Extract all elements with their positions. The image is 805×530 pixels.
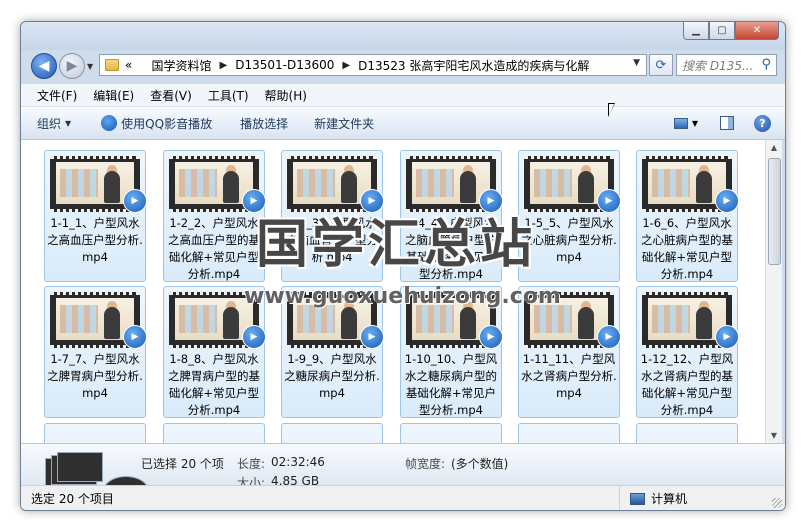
play-selection-button[interactable]: 播放选择 xyxy=(240,115,288,132)
menu-bar: 文件(F) 编辑(E) 查看(V) 工具(T) 帮助(H) xyxy=(21,84,785,107)
help-icon[interactable]: ? xyxy=(754,114,771,132)
file-item[interactable]: ▶ 1-12_12、户型风水之肾病户型的基础化解+常见户型分析.mp4 xyxy=(636,286,739,418)
breadcrumb-item[interactable]: D13501-D13600 xyxy=(235,58,334,72)
recent-pages-dropdown[interactable]: ▼ xyxy=(87,62,93,71)
scroll-up-icon[interactable]: ▲ xyxy=(766,140,782,155)
new-folder-label: 新建文件夹 xyxy=(314,116,375,131)
watermark-text: 国学汇总站 xyxy=(256,215,537,275)
chevron-down-icon: ▼ xyxy=(65,118,72,128)
length-value: 02:32:46 xyxy=(271,455,325,469)
status-zone: 计算机 xyxy=(619,486,688,510)
length-label: 长度: xyxy=(237,457,266,471)
preview-pane-icon[interactable] xyxy=(720,116,734,130)
chevron-right-icon[interactable] xyxy=(140,60,143,71)
refresh-icon: ⟳ xyxy=(655,57,667,73)
forward-button[interactable]: ▶ xyxy=(59,53,85,79)
file-name: 1-1_1、户型风水之高血压户型分析.mp4 xyxy=(47,216,143,264)
caption-buttons: ▁ ▢ ✕ xyxy=(683,22,779,42)
search-placeholder: 搜索 D135... xyxy=(682,58,754,73)
file-name: 1-11_11、户型风水之肾病户型分析.mp4 xyxy=(521,352,617,400)
folder-icon xyxy=(105,59,119,71)
command-bar: 组织 ▼ 使用QQ影音播放 播放选择 新建文件夹 ▼ ? xyxy=(21,107,785,140)
address-dropdown-icon[interactable]: ▼ xyxy=(633,58,640,68)
organize-label: 组织 xyxy=(37,116,62,131)
chevron-right-icon[interactable]: ▶ xyxy=(342,60,350,71)
qq-player-icon: ▶ xyxy=(360,325,384,349)
organize-button[interactable]: 组织 ▼ xyxy=(37,115,71,132)
address-bar[interactable]: « 国学资料馆 ▶ D13501-D13600 ▶ D13523 张高宇阳宅风水… xyxy=(99,54,647,76)
new-folder-button[interactable]: 新建文件夹 xyxy=(314,115,374,132)
qq-player-icon: ▶ xyxy=(597,189,621,213)
vertical-scrollbar[interactable]: ▲ ▼ xyxy=(765,140,782,443)
forward-arrow-icon: ▶ xyxy=(66,58,78,74)
qq-player-icon: ▶ xyxy=(715,325,739,349)
file-item[interactable]: ▶ 1-2_2、户型风水之高血压户型的基础化解+常见户型分析.mp4 xyxy=(163,150,266,282)
file-item[interactable] xyxy=(400,423,502,443)
details-pane: 已选择 20 个项 长度: 02:32:46 大小: 4.85 GB 帧宽度: … xyxy=(21,443,785,506)
file-name: 1-9_9、户型风水之糖尿病户型分析.mp4 xyxy=(284,352,380,400)
menu-tools[interactable]: 工具(T) xyxy=(208,87,249,104)
qq-player-icon: ▶ xyxy=(242,325,266,349)
file-item[interactable] xyxy=(44,423,146,443)
selection-count: 已选择 20 个项 xyxy=(141,457,224,471)
refresh-button[interactable]: ⟳ xyxy=(649,54,673,76)
mouse-cursor-icon xyxy=(608,103,615,117)
file-name: 1-2_2、户型风水之高血压户型的基础化解+常见户型分析.mp4 xyxy=(168,216,260,281)
computer-icon xyxy=(630,492,645,505)
menu-file[interactable]: 文件(F) xyxy=(37,87,77,104)
file-name: 1-10_10、户型风水之糖尿病户型的基础化解+常见户型分析.mp4 xyxy=(404,352,498,417)
file-name: 1-12_12、户型风水之肾病户型的基础化解+常见户型分析.mp4 xyxy=(640,352,734,417)
resize-grip-icon[interactable] xyxy=(772,498,782,508)
navigation-row: ◀ ▶ ▼ « 国学资料馆 ▶ D13501-D13600 ▶ D13523 张… xyxy=(21,50,785,84)
breadcrumb-item[interactable]: 国学资料馆 xyxy=(152,57,212,74)
minimize-button[interactable]: ▁ xyxy=(683,22,709,40)
close-button[interactable]: ✕ xyxy=(735,22,779,40)
menu-edit[interactable]: 编辑(E) xyxy=(93,87,134,104)
watermark-url: www.guoxuehuizong.com xyxy=(244,284,561,309)
play-selection-label: 播放选择 xyxy=(240,116,289,131)
qq-player-icon xyxy=(101,115,118,131)
breadcrumb-overflow[interactable]: « xyxy=(125,58,132,72)
qq-player-icon: ▶ xyxy=(597,325,621,349)
qq-player-icon: ▶ xyxy=(123,325,147,349)
play-with-qq-label: 使用QQ影音播放 xyxy=(121,116,213,131)
file-name: 1-7_7、户型风水之脾胃病户型分析.mp4 xyxy=(47,352,143,400)
toolbar-right-group: ▼ ? xyxy=(673,107,785,139)
framewidth-label: 帧宽度: xyxy=(405,457,446,471)
file-item[interactable]: ▶ 1-6_6、户型风水之心脏病户型的基础化解+常见户型分析.mp4 xyxy=(636,150,739,282)
file-item[interactable]: ▶ 1-1_1、户型风水之高血压户型分析.mp4 xyxy=(44,150,147,282)
scrollbar-thumb[interactable] xyxy=(768,158,781,265)
qq-player-icon: ▶ xyxy=(123,189,147,213)
search-icon[interactable]: ⚲ xyxy=(761,57,771,72)
file-item[interactable] xyxy=(636,423,738,443)
file-item[interactable]: ▶ 1-7_7、户型风水之脾胃病户型分析.mp4 xyxy=(44,286,147,418)
back-button[interactable]: ◀ xyxy=(31,53,57,79)
status-selection-text: 选定 20 个项目 xyxy=(31,492,114,506)
back-arrow-icon: ◀ xyxy=(38,58,50,74)
chevron-down-icon[interactable]: ▼ xyxy=(692,119,698,128)
framewidth-value: (多个数值) xyxy=(451,457,509,471)
scroll-down-icon[interactable]: ▼ xyxy=(766,428,782,443)
file-item[interactable] xyxy=(518,423,620,443)
title-bar[interactable]: ▁ ▢ ✕ xyxy=(21,22,785,50)
chevron-right-icon[interactable]: ▶ xyxy=(220,60,228,71)
menu-view[interactable]: 查看(V) xyxy=(150,87,192,104)
breadcrumb-item[interactable]: D13523 张高宇阳宅风水造成的疾病与化解 xyxy=(358,57,589,74)
change-view-icon[interactable] xyxy=(673,117,688,129)
status-zone-label: 计算机 xyxy=(651,492,688,506)
file-name: 1-6_6、户型风水之心脏病户型的基础化解+常见户型分析.mp4 xyxy=(641,216,733,281)
search-input[interactable]: 搜索 D135... ⚲ xyxy=(676,54,777,76)
play-with-qq-button[interactable]: 使用QQ影音播放 xyxy=(101,115,212,132)
file-name: 1-8_8、户型风水之脾胃病户型的基础化解+常见户型分析.mp4 xyxy=(168,352,260,417)
file-item[interactable] xyxy=(281,423,383,443)
file-item[interactable] xyxy=(163,423,265,443)
qq-player-icon: ▶ xyxy=(479,325,503,349)
maximize-button[interactable]: ▢ xyxy=(709,22,735,40)
qq-player-icon: ▶ xyxy=(715,189,739,213)
menu-help[interactable]: 帮助(H) xyxy=(265,87,307,104)
status-bar: 选定 20 个项目 计算机 xyxy=(21,485,785,510)
